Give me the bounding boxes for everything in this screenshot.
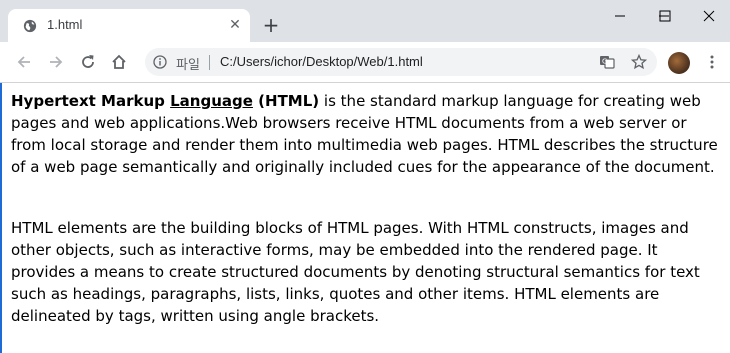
star-icon[interactable] (631, 54, 647, 70)
info-icon[interactable] (153, 55, 167, 69)
term-part-2: (HTML) (252, 92, 320, 110)
profile-avatar[interactable] (668, 52, 690, 74)
vertical-dots-icon[interactable] (706, 54, 718, 70)
close-tab-icon[interactable]: ✕ (227, 17, 243, 33)
language-link[interactable]: Language (170, 92, 253, 110)
paragraph-intro: Hypertext Markup Language (HTML) is the … (11, 90, 723, 178)
paragraph-elements: HTML elements are the building blocks of… (11, 219, 700, 325)
term-part-1: Hypertext Markup (11, 92, 171, 110)
window-edge (0, 83, 2, 353)
divider (209, 55, 210, 70)
url-text[interactable]: C:/Users/ichor/Desktop/Web/1.html (220, 54, 423, 69)
home-icon[interactable] (109, 52, 129, 72)
term-html: Hypertext Markup Language (HTML) (11, 92, 319, 110)
globe-icon (23, 19, 37, 33)
minimize-button[interactable] (597, 4, 643, 28)
page-content: Hypertext Markup Language (HTML) is the … (0, 83, 730, 353)
browser-toolbar: 파일 C:/Users/ichor/Desktop/Web/1.html G (0, 42, 730, 83)
scheme-label: 파일 (176, 57, 200, 72)
new-tab-button[interactable]: + (262, 15, 280, 35)
maximize-button[interactable] (642, 4, 688, 28)
arrow-right-icon[interactable] (46, 52, 66, 72)
translate-icon[interactable]: G (599, 54, 615, 70)
arrow-left-icon[interactable] (14, 52, 34, 72)
address-bar[interactable]: 파일 C:/Users/ichor/Desktop/Web/1.html G (145, 48, 657, 76)
reload-icon[interactable] (78, 52, 98, 72)
close-window-button[interactable] (688, 4, 730, 28)
tab-title: 1.html (47, 17, 83, 32)
browser-tab[interactable]: 1.html ✕ (8, 9, 250, 42)
svg-text:G: G (602, 58, 607, 66)
